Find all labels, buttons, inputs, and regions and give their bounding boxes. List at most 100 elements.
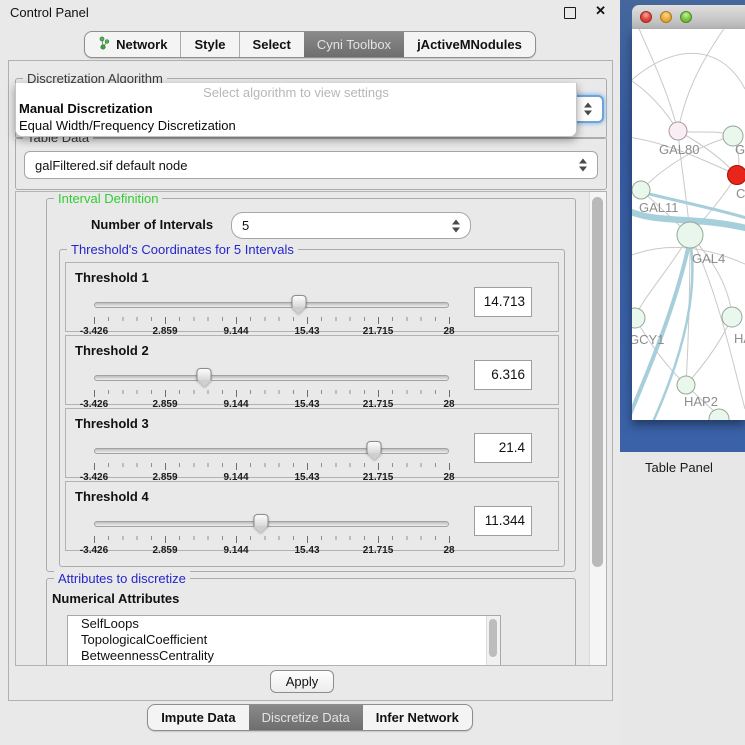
node-label: GAL11 (639, 200, 679, 215)
slider-handle[interactable] (367, 441, 382, 461)
list-scrollbar[interactable] (486, 616, 500, 666)
node-label: GA (735, 142, 745, 157)
menu-item-manual-discretization[interactable]: Manual Discretization (16, 101, 576, 118)
slider-track[interactable] (94, 448, 449, 454)
slider-track[interactable] (94, 302, 449, 308)
tab-jactivemnodules[interactable]: jActiveMNodules (404, 32, 535, 57)
stepper-arrows-icon[interactable] (584, 103, 593, 116)
numerical-attributes-list[interactable]: SelfLoopsTopologicalCoefficientBetweenne… (67, 615, 501, 666)
slider-handle-point (254, 526, 268, 533)
menu-item-equal-width-frequency[interactable]: Equal Width/Frequency Discretization (16, 118, 576, 135)
table-panel-header[interactable]: Table Panel (620, 452, 745, 483)
network-window-titlebar[interactable] (632, 5, 745, 30)
list-item[interactable]: BetweennessCentrality (68, 648, 500, 664)
tab-label: Impute Data (161, 710, 235, 725)
tab-impute-data[interactable]: Impute Data (148, 705, 248, 730)
tick-label: 21.715 (363, 545, 394, 556)
slider-track[interactable] (94, 521, 449, 527)
threshold-slider[interactable]: -3.4262.8599.14415.4321.71528 (94, 293, 449, 331)
slider-handle-point (367, 453, 381, 460)
tab-infer-network[interactable]: Infer Network (363, 705, 472, 730)
node-hap2[interactable] (677, 376, 695, 394)
tab-select[interactable]: Select (239, 32, 304, 57)
list-item[interactable]: TopologicalCoefficient (68, 632, 500, 648)
tick-mark (307, 536, 308, 543)
slider-handle[interactable] (253, 514, 268, 534)
scrollbar-thumb[interactable] (489, 619, 497, 657)
right-pane: GAL80 GA C GAL11 GAL4 GCY1 HA HAP2 Table… (620, 0, 745, 745)
tab-bar: Impute Data Discretize Data Infer Networ… (147, 704, 473, 731)
threshold-label: Threshold 4 (75, 489, 149, 504)
float-window-icon[interactable] (564, 7, 576, 19)
node-ha[interactable] (722, 307, 742, 327)
slider-handle[interactable] (197, 368, 212, 388)
tab-label: Select (253, 37, 291, 52)
node-label: HA (734, 331, 745, 346)
thresholds-host: Threshold 1 -3.4262.8599.14415.4321.71528… (65, 262, 559, 554)
threshold-value-field[interactable]: 14.713 (474, 287, 532, 317)
minimize-traffic-light[interactable] (660, 11, 672, 23)
threshold-value-field[interactable]: 21.4 (474, 433, 532, 463)
table-data-combo[interactable]: galFiltered.sif default node (24, 151, 598, 179)
zoom-traffic-light[interactable] (680, 11, 692, 23)
slider-ticks (94, 390, 449, 397)
threshold-value-field[interactable]: 11.344 (474, 506, 532, 536)
settings-scroll-area: Interval Definition Number of Intervals … (15, 191, 607, 666)
node-bottom[interactable] (709, 409, 729, 420)
threshold-slider[interactable]: -3.4262.8599.14415.4321.71528 (94, 366, 449, 404)
num-intervals-combo[interactable]: 5 (231, 212, 471, 239)
node-gcy1[interactable] (632, 308, 645, 328)
tab-label: Infer Network (376, 710, 459, 725)
threshold-value-field[interactable]: 6.316 (474, 360, 532, 390)
node-gal11[interactable] (632, 181, 650, 199)
tick-label: 15.43 (294, 545, 319, 556)
close-icon[interactable]: ✕ (595, 3, 606, 19)
list-item[interactable]: SelfLoops (68, 616, 500, 632)
tab-discretize-data[interactable]: Discretize Data (249, 705, 363, 730)
node-selected-red[interactable] (728, 166, 745, 185)
tick-mark (165, 463, 166, 470)
control-panel-titlebar[interactable]: Control Panel ✕ (0, 0, 620, 24)
tick-mark (378, 463, 379, 470)
cyni-toolbox-panel: Discretization Algorithm Select algorith… (8, 60, 613, 701)
tab-label: Discretize Data (262, 710, 350, 725)
threshold-slider[interactable]: -3.4262.8599.14415.4321.71528 (94, 512, 449, 550)
tab-label: Style (194, 37, 225, 52)
network-canvas[interactable]: GAL80 GA C GAL11 GAL4 GCY1 HA HAP2 (632, 29, 745, 420)
tab-style[interactable]: Style (180, 32, 238, 57)
tab-network[interactable]: Network (85, 32, 180, 57)
close-traffic-light[interactable] (640, 11, 652, 23)
tick-mark (449, 390, 450, 397)
threshold-slider[interactable]: -3.4262.8599.14415.4321.71528 (94, 439, 449, 477)
threshold-panel: Threshold 4 -3.4262.8599.14415.4321.71528… (65, 481, 559, 551)
attributes-group: Attributes to discretize Numerical Attri… (46, 578, 576, 666)
node-gal80[interactable] (669, 122, 687, 140)
combo-value: 5 (242, 213, 249, 238)
tick-mark (165, 536, 166, 543)
tick-label: -3.426 (80, 545, 108, 556)
tick-mark (449, 317, 450, 324)
apply-button[interactable]: Apply (270, 670, 334, 693)
tick-mark (449, 536, 450, 543)
tick-mark (94, 463, 95, 470)
tab-cyni-toolbox[interactable]: Cyni Toolbox (304, 32, 404, 57)
threshold-panel: Threshold 3-3.4262.8599.14415.4321.71528… (65, 408, 559, 478)
tick-mark (165, 390, 166, 397)
tick-mark (94, 317, 95, 324)
threshold-label: Threshold 1 (75, 270, 149, 285)
top-tab-strip: Network Style Select Cyni Toolbox jActiv… (0, 31, 620, 58)
node-label: GAL4 (692, 251, 725, 266)
tick-mark (378, 390, 379, 397)
threshold-panel: Threshold 2 -3.4262.8599.14415.4321.71528… (65, 335, 559, 405)
stepper-arrows-icon[interactable] (452, 219, 461, 232)
stepper-arrows-icon[interactable] (579, 159, 588, 172)
tick-label: 9.144 (223, 545, 248, 556)
vertical-scrollbar[interactable] (589, 192, 606, 665)
scrollbar-thumb[interactable] (592, 197, 603, 567)
threshold-panel: Threshold 1 -3.4262.8599.14415.4321.71528… (65, 262, 559, 332)
slider-handle[interactable] (291, 295, 306, 315)
tick-mark (165, 317, 166, 324)
slider-track[interactable] (94, 375, 449, 381)
threshold-label: Threshold 2 (75, 343, 149, 358)
node-gal4[interactable] (677, 222, 703, 248)
